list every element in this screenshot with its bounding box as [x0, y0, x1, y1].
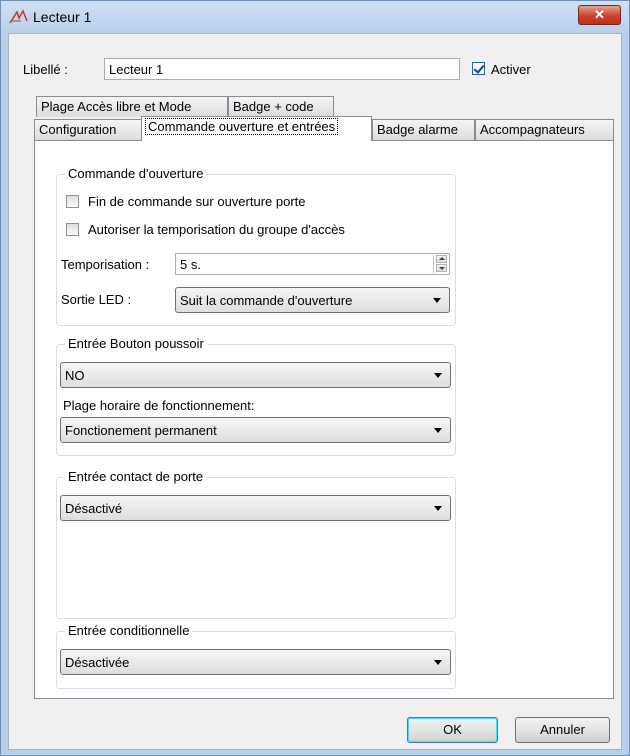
- temporisation-value: 5 s.: [180, 257, 201, 272]
- chevron-down-icon: [434, 506, 442, 511]
- ok-button[interactable]: OK: [407, 717, 498, 743]
- reader-app-icon: [9, 9, 28, 24]
- group-title-bouton: Entrée Bouton poussoir: [65, 336, 207, 351]
- close-icon: ✕: [594, 7, 605, 22]
- dialog-client-area: Libellé : Lecteur 1 Activer Plage Accès …: [8, 33, 622, 750]
- spin-up-icon[interactable]: [436, 255, 447, 263]
- autoriser-temporisation-checkbox[interactable]: [66, 223, 79, 236]
- tab-page-commande: Commande d'ouverture Fin de commande sur…: [34, 140, 614, 699]
- tab-plage-acces-libre[interactable]: Plage Accès libre et Mode: [36, 96, 228, 117]
- chevron-down-icon: [433, 298, 441, 303]
- plage-horaire-select[interactable]: Fonctionement permanent: [60, 417, 451, 443]
- group-title-commande: Commande d'ouverture: [65, 166, 207, 181]
- close-button[interactable]: ✕: [578, 5, 621, 25]
- conditionnelle-value: Désactivée: [65, 655, 130, 670]
- tab-accompagnateurs[interactable]: Accompagnateurs: [475, 119, 614, 140]
- spin-buttons[interactable]: [433, 255, 448, 273]
- group-conditionnelle: Entrée conditionnelle Désactivée: [56, 623, 456, 689]
- contact-porte-value: Désactivé: [65, 501, 123, 516]
- sortie-led-select[interactable]: Suit la commande d'ouverture: [175, 287, 450, 313]
- libelle-label: Libellé :: [23, 62, 68, 77]
- group-bouton-poussoir: Entrée Bouton poussoir NO Plage horaire …: [56, 336, 456, 456]
- bouton-mode-select[interactable]: NO: [60, 362, 451, 388]
- sortie-led-label: Sortie LED :: [61, 292, 132, 307]
- tab-badge-code[interactable]: Badge + code: [228, 96, 334, 117]
- contact-porte-select[interactable]: Désactivé: [60, 495, 451, 521]
- window-title: Lecteur 1: [33, 9, 92, 25]
- libelle-input[interactable]: Lecteur 1: [104, 58, 460, 80]
- tab-badge-alarme[interactable]: Badge alarme: [372, 119, 475, 140]
- temporisation-stepper[interactable]: 5 s.: [175, 253, 450, 275]
- plage-horaire-label: Plage horaire de fonctionnement:: [63, 398, 255, 413]
- chevron-down-icon: [434, 373, 442, 378]
- activer-checkbox[interactable]: [472, 62, 485, 75]
- tab-configuration[interactable]: Configuration: [34, 119, 142, 140]
- group-commande-ouverture: Commande d'ouverture Fin de commande sur…: [56, 166, 456, 326]
- group-title-contact: Entrée contact de porte: [65, 469, 207, 484]
- fin-commande-checkbox[interactable]: [66, 195, 79, 208]
- fin-commande-label[interactable]: Fin de commande sur ouverture porte: [88, 194, 306, 209]
- title-bar[interactable]: Lecteur 1 ✕: [1, 1, 629, 33]
- dialog-window: Lecteur 1 ✕ Libellé : Lecteur 1 Activer …: [0, 0, 630, 756]
- group-title-conditionnelle: Entrée conditionnelle: [65, 623, 193, 638]
- conditionnelle-select[interactable]: Désactivée: [60, 649, 451, 675]
- cancel-button[interactable]: Annuler: [515, 717, 610, 743]
- temporisation-label: Temporisation :: [61, 257, 150, 272]
- activer-label[interactable]: Activer: [491, 62, 531, 77]
- tab-commande-ouverture[interactable]: Commande ouverture et entrées: [141, 116, 372, 141]
- group-contact-porte: Entrée contact de porte Désactivé: [56, 469, 456, 619]
- sortie-led-value: Suit la commande d'ouverture: [180, 293, 353, 308]
- bouton-mode-value: NO: [65, 368, 85, 383]
- spin-down-icon[interactable]: [436, 264, 447, 272]
- autoriser-temporisation-label[interactable]: Autoriser la temporisation du groupe d'a…: [88, 222, 345, 237]
- plage-horaire-value: Fonctionement permanent: [65, 423, 217, 438]
- chevron-down-icon: [434, 660, 442, 665]
- chevron-down-icon: [434, 428, 442, 433]
